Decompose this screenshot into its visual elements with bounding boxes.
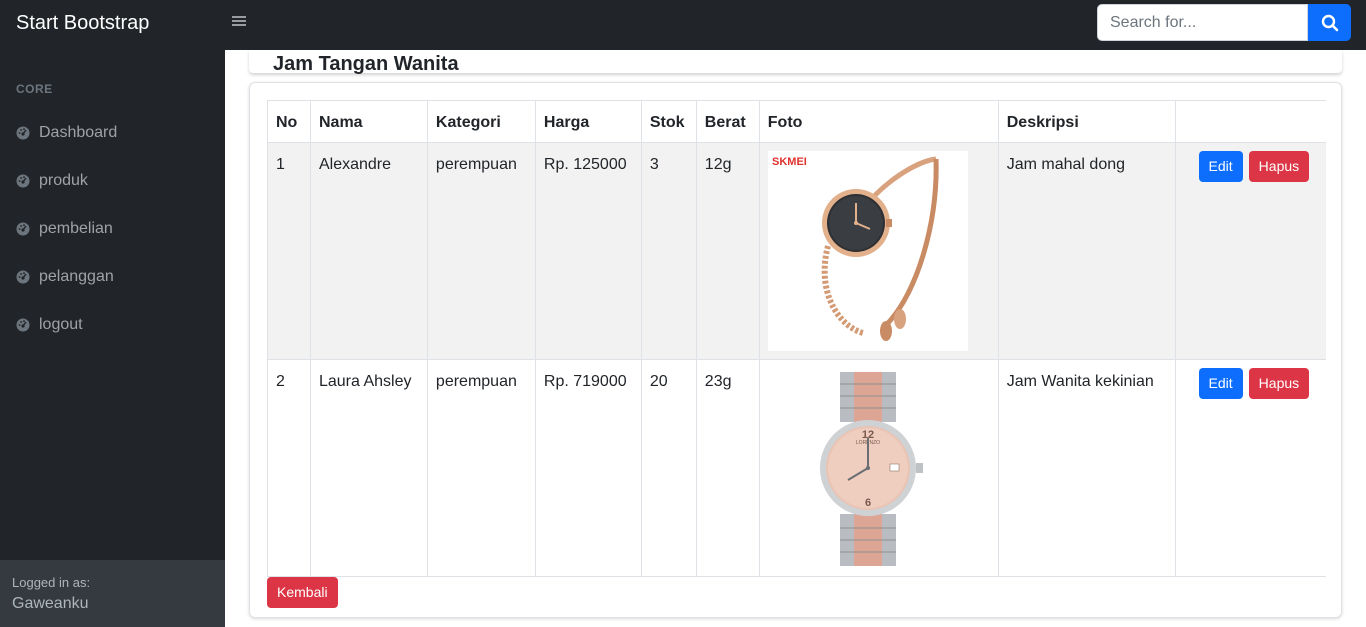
column-header: Foto: [758, 100, 999, 143]
table-header-row: No Nama Kategori Harga Stok Berat Foto D…: [267, 100, 1326, 143]
cell-kategori: perempuan: [426, 142, 536, 360]
edit-button[interactable]: Edit: [1198, 151, 1243, 182]
column-header: Nama: [309, 100, 428, 143]
sidebar-item-label: pembelian: [39, 220, 113, 237]
sidebar-item-logout[interactable]: logout: [16, 313, 83, 337]
logged-in-user: Gaweanku: [12, 595, 89, 612]
delete-button[interactable]: Hapus: [1248, 368, 1310, 399]
search-icon: [1321, 14, 1338, 31]
search-form: [1097, 4, 1351, 41]
product-table-card: No Nama Kategori Harga Stok Berat Foto D…: [249, 82, 1342, 618]
sidebar-heading: CORE: [16, 82, 53, 96]
tachometer-icon: [16, 270, 30, 284]
search-input[interactable]: [1097, 4, 1308, 41]
sidebar-item-pelanggan[interactable]: pelanggan: [16, 265, 114, 289]
sidebar-item-label: logout: [39, 316, 83, 333]
cell-foto: 12 LORENZO 6: [758, 359, 999, 577]
cell-nama: Alexandre: [309, 142, 428, 360]
sidebar-item-dashboard[interactable]: Dashboard: [16, 121, 117, 145]
sidebar-toggle-icon[interactable]: [232, 12, 248, 32]
tachometer-icon: [16, 222, 30, 236]
cell-stok: 3: [640, 142, 697, 360]
table-row: 2 Laura Ahsley perempuan Rp. 719000 20 2…: [267, 359, 1326, 577]
logo-skmei: SKMEI: [772, 156, 807, 168]
product-photo-steel-watch: 12 LORENZO 6: [767, 368, 968, 568]
cell-harga: Rp. 125000: [534, 142, 642, 360]
delete-button[interactable]: Hapus: [1248, 151, 1310, 182]
page-title: Jam Tangan Wanita: [273, 53, 459, 75]
cell-berat: 12g: [695, 142, 760, 360]
main-content: Jam Tangan Wanita No Nama Kategori Harga…: [225, 50, 1366, 627]
cell-stok: 20: [640, 359, 697, 577]
back-button[interactable]: Kembali: [267, 577, 338, 608]
svg-text:6: 6: [865, 497, 871, 509]
cell-foto: SKMEI: [758, 142, 999, 360]
cell-no: 1: [267, 142, 311, 360]
sidebar-footer: Logged in as: Gaweanku: [0, 560, 225, 627]
column-header-actions: [1174, 100, 1326, 143]
tachometer-icon: [16, 318, 30, 332]
column-header: No: [267, 100, 311, 143]
sidebar: CORE Dashboard produk pembelian pelangga…: [0, 50, 225, 627]
logged-in-label: Logged in as:: [12, 575, 91, 590]
brand-link[interactable]: Start Bootstrap: [16, 12, 149, 35]
cell-berat: 23g: [695, 359, 760, 577]
product-table: No Nama Kategori Harga Stok Berat Foto D…: [267, 100, 1326, 577]
cell-actions: Edit Hapus: [1174, 359, 1326, 577]
sidebar-item-produk[interactable]: produk: [16, 169, 88, 193]
cell-deskripsi: Jam Wanita kekinian: [997, 359, 1176, 577]
column-header: Deskripsi: [997, 100, 1176, 143]
column-header: Kategori: [426, 100, 536, 143]
sidebar-item-label: Dashboard: [39, 124, 118, 141]
menu-bars-icon: [232, 16, 246, 26]
cell-actions: Edit Hapus: [1174, 142, 1326, 360]
sidebar-item-pembelian[interactable]: pembelian: [16, 217, 113, 241]
tachometer-icon: [16, 174, 30, 188]
column-header: Stok: [640, 100, 697, 143]
cell-deskripsi: Jam mahal dong: [997, 142, 1176, 360]
tachometer-icon: [16, 126, 30, 140]
title-card: Jam Tangan Wanita: [249, 50, 1342, 75]
cell-kategori: perempuan: [426, 359, 536, 577]
column-header: Berat: [695, 100, 760, 143]
sidebar-item-label: pelanggan: [39, 268, 114, 285]
table-row: 1 Alexandre perempuan Rp. 125000 3 12g S…: [267, 142, 1326, 360]
column-header: Harga: [534, 100, 642, 143]
search-button[interactable]: [1308, 4, 1351, 41]
product-photo-bracelet-watch: SKMEI: [767, 151, 968, 351]
cell-harga: Rp. 719000: [534, 359, 642, 577]
top-navbar: Start Bootstrap: [0, 0, 1366, 50]
sidebar-item-label: produk: [39, 172, 88, 189]
cell-nama: Laura Ahsley: [309, 359, 428, 577]
cell-no: 2: [267, 359, 311, 577]
edit-button[interactable]: Edit: [1198, 368, 1243, 399]
